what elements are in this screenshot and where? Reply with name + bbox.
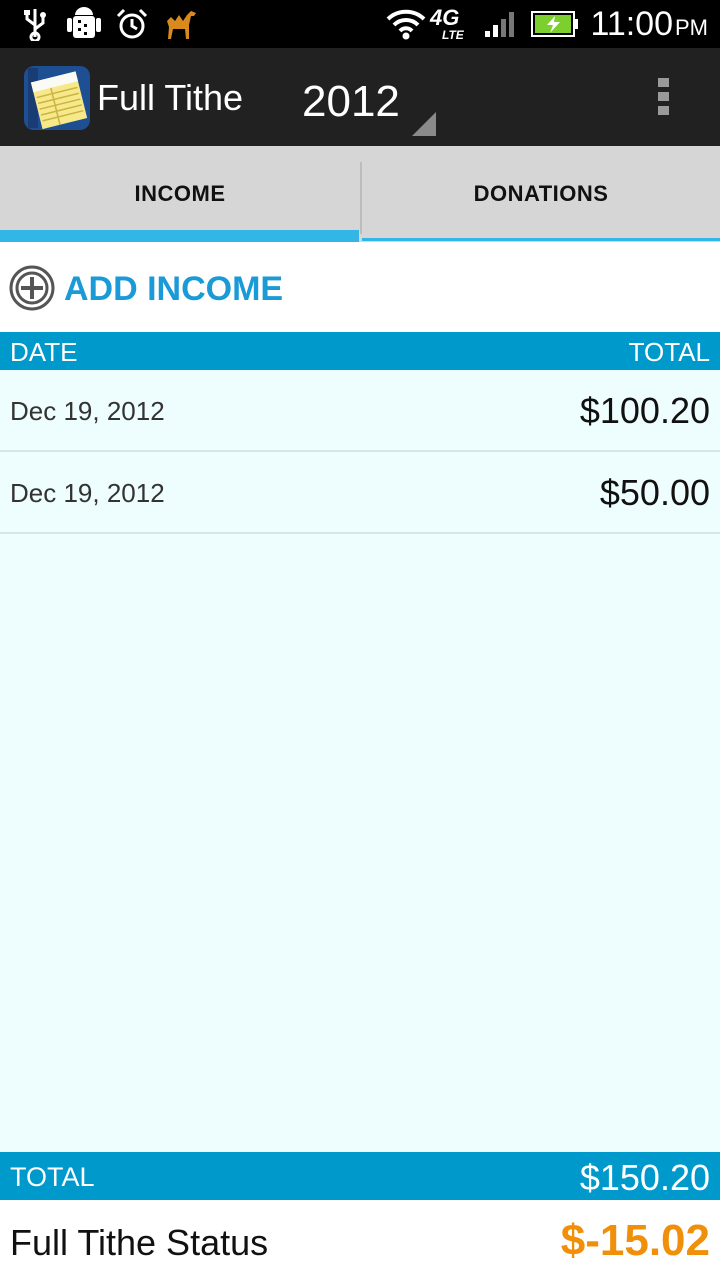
income-amount: $50.00: [599, 472, 710, 513]
tithe-status-value: $-15.02: [560, 1216, 710, 1265]
app-title: Full Tithe: [97, 77, 244, 118]
income-date: Dec 19, 2012: [10, 396, 165, 426]
add-income-button[interactable]: ADD INCOME: [0, 242, 720, 332]
header-total: TOTAL: [628, 337, 710, 367]
add-income-label: ADD INCOME: [64, 270, 284, 308]
tab-income[interactable]: INCOME: [0, 146, 360, 242]
tab-underline: [362, 238, 720, 241]
tithe-status-label: Full Tithe Status: [10, 1222, 269, 1263]
income-row[interactable]: Dec 19, 2012 $100.20: [0, 370, 720, 452]
tab-donations[interactable]: DONATIONS: [362, 146, 720, 242]
camel-app-icon: [160, 6, 200, 42]
clock-time: 11:00: [590, 5, 673, 43]
usb-icon: [20, 6, 50, 42]
alarm-icon: [114, 6, 150, 42]
wifi-icon: [384, 6, 428, 42]
status-bar: 4G LTE 11:00PM: [0, 0, 720, 48]
4g-lte-icon: 4G LTE: [430, 5, 464, 42]
header-date: DATE: [10, 337, 78, 367]
clock-ampm: PM: [675, 15, 708, 40]
year-spinner[interactable]: 2012: [300, 70, 436, 136]
action-bar: Full Tithe 2012: [0, 48, 720, 146]
android-debug-icon: [66, 6, 102, 42]
spinner-triangle-icon: [412, 112, 436, 136]
total-bar: TOTAL $150.20: [0, 1152, 720, 1200]
add-circle-icon: [8, 264, 56, 312]
tithe-status-bar: Full Tithe Status $-15.02: [0, 1200, 720, 1280]
income-amount: $100.20: [579, 390, 710, 431]
income-date: Dec 19, 2012: [10, 478, 165, 508]
battery-charging-icon: [530, 6, 580, 42]
tab-selected-indicator: [0, 230, 359, 242]
signal-icon: [482, 6, 520, 42]
income-list: Dec 19, 2012 $100.20 Dec 19, 2012 $50.00: [0, 370, 720, 534]
total-label: TOTAL: [10, 1162, 95, 1192]
overflow-menu-icon[interactable]: [650, 78, 676, 118]
app-logo-icon[interactable]: [24, 66, 90, 130]
table-header: DATE TOTAL: [0, 332, 720, 370]
year-value: 2012: [302, 77, 400, 126]
tab-bar: INCOME DONATIONS: [0, 146, 720, 242]
total-value: $150.20: [579, 1157, 710, 1198]
clock: 11:00PM: [590, 6, 708, 46]
income-row[interactable]: Dec 19, 2012 $50.00: [0, 452, 720, 534]
